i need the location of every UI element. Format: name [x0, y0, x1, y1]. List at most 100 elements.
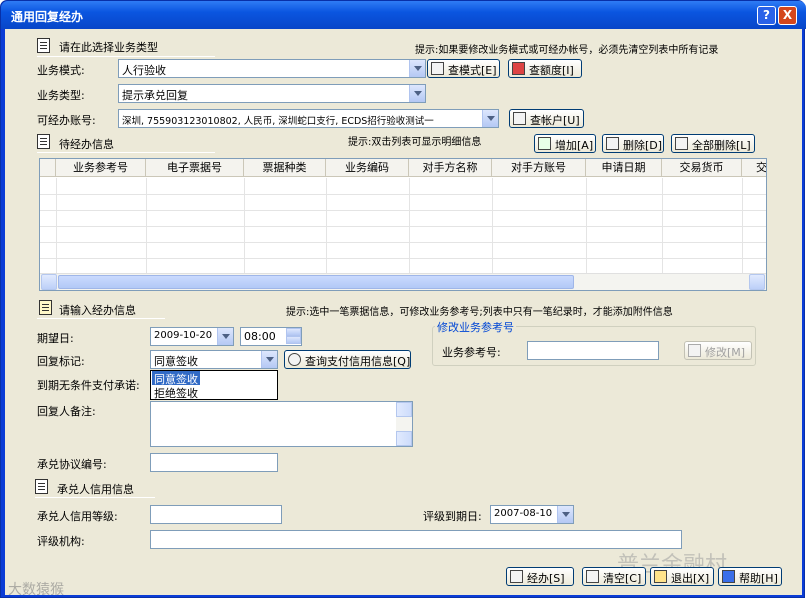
grid-line [146, 178, 147, 274]
mode-label: 业务模式: [37, 64, 85, 77]
delete-all-button-label: 全部删除[L] [692, 139, 751, 152]
column-header[interactable]: 对手方账号 [492, 159, 586, 177]
chevron-down-icon[interactable] [409, 85, 425, 102]
account-select-value: 深圳, 755903123010802, 人民币, 深圳蛇口支行, ECDS招行… [122, 116, 434, 127]
document-icon [37, 134, 50, 149]
column-header[interactable]: 对手方名称 [409, 159, 492, 177]
exit-button-label: 退出[X] [671, 572, 710, 585]
type-select[interactable]: 提示承兑回复 [118, 84, 426, 103]
rating-org-input[interactable] [150, 530, 682, 549]
view-quota-button[interactable]: 查额度[I] [508, 59, 582, 78]
vertical-scrollbar[interactable] [396, 402, 412, 446]
view-account-button[interactable]: 查帐户[U] [509, 109, 584, 128]
column-header[interactable]: 电子票据号 [146, 159, 244, 177]
grid-line [244, 178, 245, 274]
delete-all-button[interactable]: 全部删除[L] [671, 134, 755, 153]
exit-button[interactable]: 退出[X] [650, 567, 714, 586]
list-body[interactable] [40, 178, 766, 274]
account-label: 可经办账号: [37, 114, 96, 127]
column-header[interactable]: 申请日期 [586, 159, 662, 177]
column-header[interactable]: 交 [742, 159, 766, 177]
ref-no-label: 业务参考号: [442, 346, 501, 359]
grid-line [326, 178, 327, 274]
rating-expire-picker[interactable]: 2007-08-10 [490, 505, 574, 524]
pending-section-title: 待经办信息 [59, 138, 114, 151]
reply-flag-dropdown[interactable]: 同意签收 拒绝签收 [150, 370, 278, 400]
account-select[interactable]: 深圳, 755903123010802, 人民币, 深圳蛇口支行, ECDS招行… [118, 109, 499, 128]
delete-button[interactable]: 删除[D] [602, 134, 664, 153]
section-divider [37, 152, 215, 153]
add-icon [538, 137, 551, 150]
expect-date-picker[interactable]: 2009-10-20 [150, 327, 234, 346]
column-header[interactable]: 业务参考号 [56, 159, 146, 177]
rating-expire-label: 评级到期日: [423, 510, 482, 523]
add-button[interactable]: 增加[A] [534, 134, 596, 153]
type-label: 业务类型: [37, 89, 85, 102]
scroll-up-button[interactable] [396, 402, 412, 417]
title-bar[interactable]: 通用回复经办 ? X [1, 1, 806, 29]
dropdown-option[interactable]: 拒绝签收 [152, 385, 198, 400]
view-mode-button[interactable]: 查模式[E] [427, 59, 500, 78]
grid-line [662, 178, 663, 274]
column-header[interactable]: 票据种类 [244, 159, 326, 177]
grid-line [56, 178, 57, 274]
grid-line [40, 242, 766, 243]
clear-button[interactable]: 清空[C] [582, 567, 646, 586]
pending-hint: 提示:双击列表可显示明细信息 [348, 137, 482, 148]
expect-time-spinner[interactable]: 08:00 [240, 327, 302, 346]
column-header[interactable]: 业务编码 [326, 159, 409, 177]
chevron-down-icon[interactable] [482, 110, 498, 127]
help-button[interactable]: 帮助[H] [718, 567, 782, 586]
expect-time-value: 08:00 [244, 330, 276, 343]
grid-line [40, 226, 766, 227]
horizontal-scrollbar[interactable] [40, 273, 766, 290]
chevron-down-icon[interactable] [409, 60, 425, 77]
modify-button-label: 修改[M] [705, 346, 746, 359]
print-icon [510, 570, 523, 583]
scroll-left-button[interactable] [41, 274, 57, 290]
modify-button[interactable]: 修改[M] [684, 341, 752, 360]
credit-level-label: 承兑人信用等级: [37, 510, 118, 523]
business-section-title: 请在此选择业务类型 [59, 41, 158, 54]
scroll-thumb[interactable] [58, 275, 574, 289]
submit-button[interactable]: 经办[S] [506, 567, 574, 586]
chevron-down-icon[interactable] [557, 506, 573, 523]
business-hint: 提示:如果要修改业务模式或可经办帐号，必须先清空列表中所有记录 [415, 45, 719, 56]
mode-select[interactable]: 人行验收 [118, 59, 426, 78]
remark-textarea[interactable] [150, 401, 413, 447]
mode-select-value: 人行验收 [122, 64, 166, 77]
close-title-button[interactable]: X [778, 6, 797, 25]
row-indicator-column [40, 159, 56, 177]
grid-line [40, 194, 766, 195]
reply-flag-select[interactable]: 同意签收 [150, 350, 278, 369]
agreement-label: 承兑协议编号: [37, 458, 107, 471]
client-area: 请在此选择业务类型 提示:如果要修改业务模式或可经办帐号，必须先清空列表中所有记… [5, 29, 802, 595]
grid-line [742, 178, 743, 274]
help-title-button[interactable]: ? [757, 6, 776, 25]
reply-flag-label: 回复标记: [37, 355, 85, 368]
chevron-down-icon[interactable] [217, 328, 233, 345]
submit-button-label: 经办[S] [527, 572, 565, 585]
scroll-down-button[interactable] [396, 431, 412, 446]
column-header[interactable]: 交易货币 [662, 159, 742, 177]
broom-icon [586, 570, 599, 583]
input-hint: 提示:选中一笔票据信息，可修改业务参考号;列表中只有一笔纪录时，才能添加附件信息 [286, 307, 673, 318]
grid-icon [431, 62, 444, 75]
query-credit-button[interactable]: 查询支付信用信息[Q] [284, 350, 411, 369]
section-divider [35, 497, 155, 498]
spin-down-button[interactable] [286, 336, 301, 344]
dropdown-option[interactable]: 同意签收 [152, 371, 200, 386]
pending-list[interactable]: 业务参考号 电子票据号 票据种类 业务编码 对手方名称 对手方账号 申请日期 交… [39, 158, 767, 291]
view-mode-label: 查模式[E] [448, 64, 497, 77]
document-icon [35, 479, 48, 494]
grid-line [492, 178, 493, 274]
spin-up-button[interactable] [286, 328, 301, 336]
clear-button-label: 清空[C] [603, 572, 642, 585]
chevron-down-icon[interactable] [261, 351, 277, 368]
agreement-input[interactable] [150, 453, 278, 472]
ref-no-input[interactable] [527, 341, 659, 360]
credit-level-input[interactable] [150, 505, 282, 524]
rating-expire-value: 2007-08-10 [494, 508, 553, 519]
query-credit-label: 查询支付信用信息[Q] [305, 355, 411, 368]
scroll-right-button[interactable] [749, 274, 765, 290]
